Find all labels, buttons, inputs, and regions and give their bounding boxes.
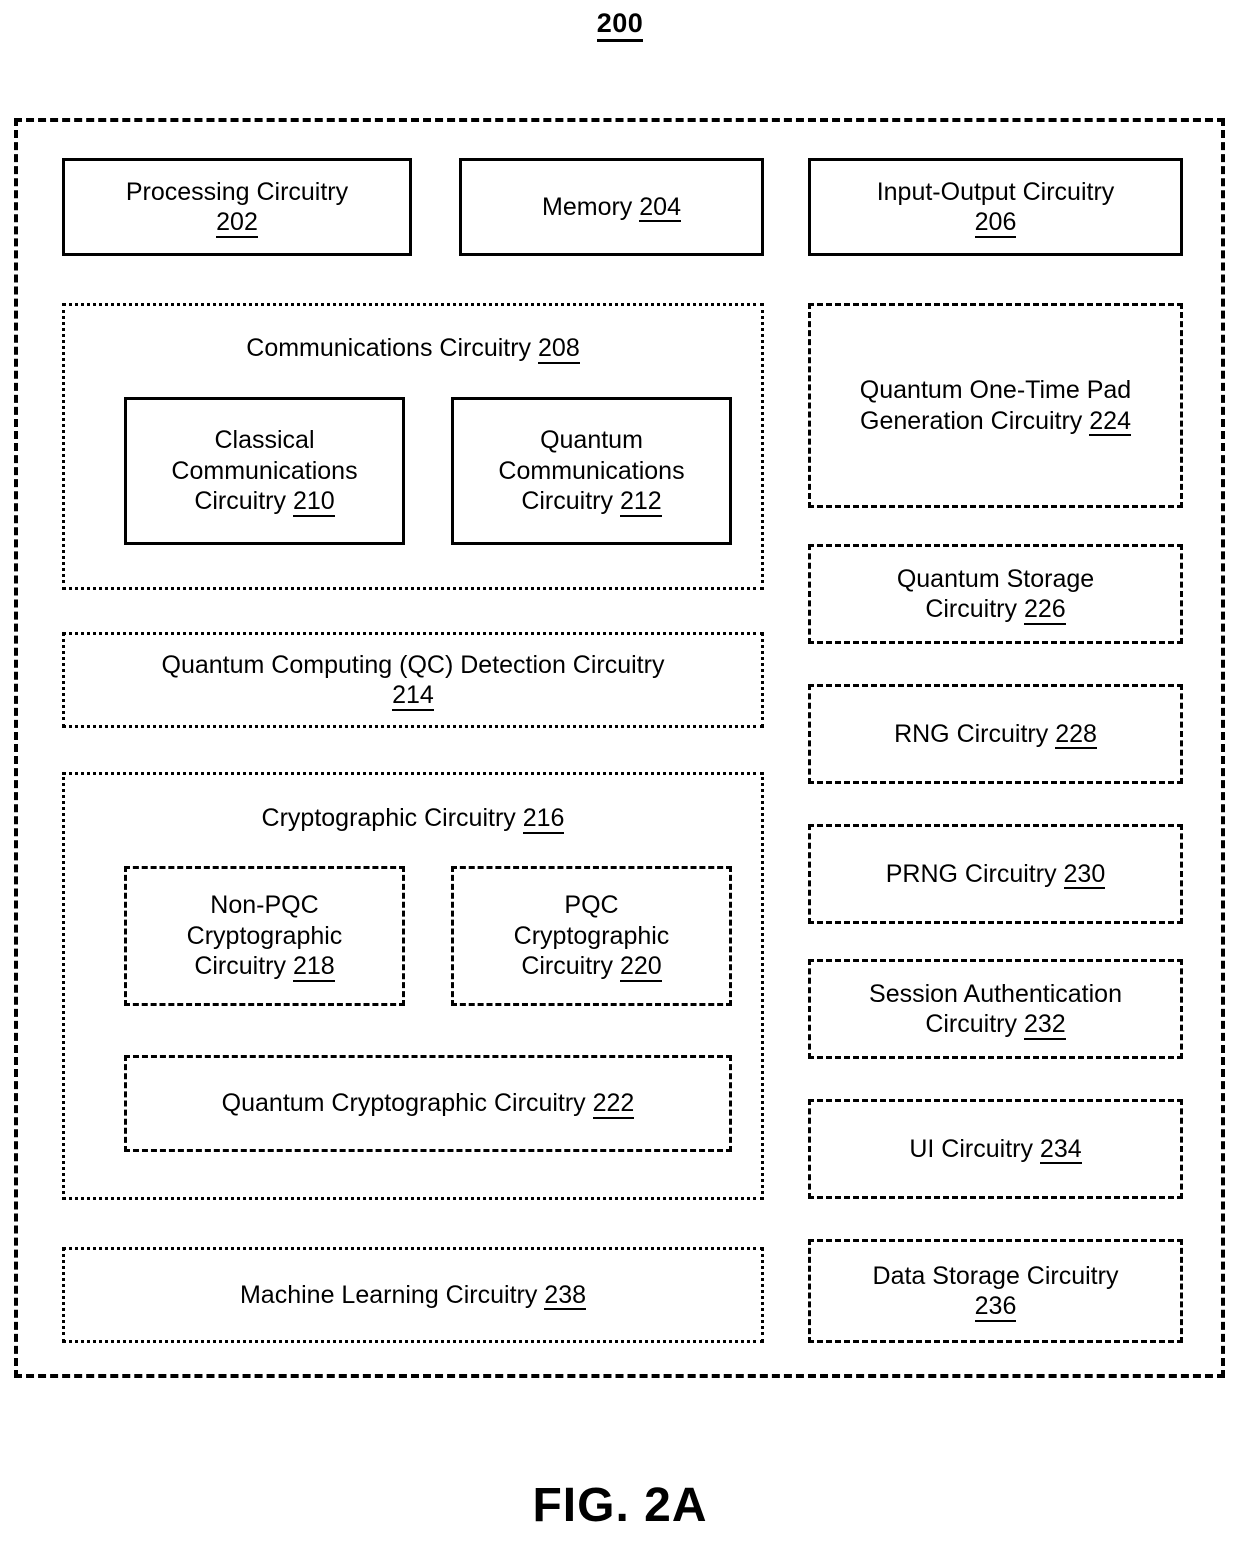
pqc-cryptographic-circuitry-box[interactable]: PQC Cryptographic Circuitry 220: [451, 866, 732, 1006]
session-authentication-circuitry-label: Session Authentication Circuitry 232: [869, 979, 1122, 1040]
quantum-one-time-pad-generation-circuitry-label: Quantum One-Time Pad Generation Circuitr…: [859, 376, 1132, 436]
prng-circuitry-label: PRNG Circuitry 230: [885, 859, 1106, 890]
pqc-cryptographic-circuitry-label: PQC Cryptographic Circuitry 220: [513, 891, 670, 982]
session-authentication-circuitry-ref: 232: [1023, 1010, 1066, 1040]
non-pqc-cryptographic-circuitry-label: Non-PQC Cryptographic Circuitry 218: [186, 891, 343, 982]
figure-number: 200: [0, 8, 1240, 42]
classical-communications-circuitry-ref: 210: [292, 487, 335, 517]
input-output-circuitry-ref: 206: [974, 208, 1017, 238]
quantum-cryptographic-circuitry-label: Quantum Cryptographic Circuitry 222: [221, 1089, 635, 1119]
input-output-circuitry-box[interactable]: Input-Output Circuitry 206: [808, 158, 1183, 256]
memory-box[interactable]: Memory 204: [459, 158, 764, 256]
communications-circuitry-label: Communications Circuitry 208: [246, 334, 580, 364]
non-pqc-cryptographic-circuitry-ref: 218: [292, 952, 335, 982]
pqc-cryptographic-circuitry-ref: 220: [619, 952, 662, 982]
data-storage-circuitry-ref: 236: [974, 1292, 1017, 1322]
rng-circuitry-label: RNG Circuitry 228: [894, 719, 1097, 750]
data-storage-circuitry-label: Data Storage Circuitry 236: [872, 1261, 1119, 1322]
communications-circuitry-ref: 208: [538, 334, 580, 364]
classical-communications-circuitry-box[interactable]: Classical Communications Circuitry 210: [124, 397, 405, 545]
quantum-communications-circuitry-box[interactable]: Quantum Communications Circuitry 212: [451, 397, 732, 545]
qc-detection-circuitry-box[interactable]: Quantum Computing (QC) Detection Circuit…: [62, 632, 764, 728]
quantum-storage-circuitry-box[interactable]: Quantum Storage Circuitry 226: [808, 544, 1183, 644]
cryptographic-circuitry-label: Cryptographic Circuitry 216: [261, 804, 565, 834]
processing-circuitry-label: Processing Circuitry 202: [125, 177, 349, 238]
memory-label: Memory 204: [542, 192, 681, 223]
non-pqc-cryptographic-circuitry-box[interactable]: Non-PQC Cryptographic Circuitry 218: [124, 866, 405, 1006]
machine-learning-circuitry-ref: 238: [544, 1280, 587, 1311]
qc-detection-circuitry-ref: 214: [392, 681, 434, 711]
quantum-communications-circuitry-ref: 212: [619, 487, 662, 517]
quantum-one-time-pad-generation-circuitry-box[interactable]: Quantum One-Time Pad Generation Circuitr…: [808, 303, 1183, 508]
rng-circuitry-box[interactable]: RNG Circuitry 228: [808, 684, 1183, 784]
ui-circuitry-box[interactable]: UI Circuitry 234: [808, 1099, 1183, 1199]
classical-communications-circuitry-label: Classical Communications Circuitry 210: [171, 426, 358, 517]
memory-ref: 204: [639, 192, 681, 223]
cryptographic-circuitry-box[interactable]: Cryptographic Circuitry 216 Non-PQC Cryp…: [62, 772, 764, 1200]
machine-learning-circuitry-label: Machine Learning Circuitry 238: [239, 1280, 587, 1311]
input-output-circuitry-label: Input-Output Circuitry 206: [876, 177, 1115, 238]
quantum-one-time-pad-generation-circuitry-ref: 224: [1089, 406, 1131, 436]
processing-circuitry-ref: 202: [216, 208, 258, 238]
cryptographic-circuitry-ref: 216: [522, 804, 565, 834]
figure-caption: FIG. 2A: [532, 1479, 708, 1532]
processing-circuitry-box[interactable]: Processing Circuitry 202: [62, 158, 412, 256]
quantum-storage-circuitry-label: Quantum Storage Circuitry 226: [896, 564, 1095, 625]
quantum-cryptographic-circuitry-box[interactable]: Quantum Cryptographic Circuitry 222: [124, 1055, 732, 1152]
qc-detection-circuitry-label: Quantum Computing (QC) Detection Circuit…: [161, 650, 665, 711]
prng-circuitry-box[interactable]: PRNG Circuitry 230: [808, 824, 1183, 924]
figure-number-value: 200: [596, 8, 644, 42]
prng-circuitry-ref: 230: [1063, 859, 1106, 890]
quantum-cryptographic-circuitry-ref: 222: [592, 1089, 635, 1119]
quantum-communications-circuitry-label: Quantum Communications Circuitry 212: [498, 426, 685, 517]
session-authentication-circuitry-box[interactable]: Session Authentication Circuitry 232: [808, 959, 1183, 1059]
data-storage-circuitry-box[interactable]: Data Storage Circuitry 236: [808, 1239, 1183, 1343]
quantum-storage-circuitry-ref: 226: [1023, 595, 1066, 625]
communications-circuitry-box[interactable]: Communications Circuitry 208 Classical C…: [62, 303, 764, 590]
apparatus-boundary: Processing Circuitry 202 Memory 204 Inpu…: [14, 118, 1225, 1378]
ui-circuitry-label: UI Circuitry 234: [909, 1134, 1082, 1165]
rng-circuitry-ref: 228: [1055, 719, 1097, 750]
ui-circuitry-ref: 234: [1039, 1134, 1082, 1165]
machine-learning-circuitry-box[interactable]: Machine Learning Circuitry 238: [62, 1247, 764, 1343]
